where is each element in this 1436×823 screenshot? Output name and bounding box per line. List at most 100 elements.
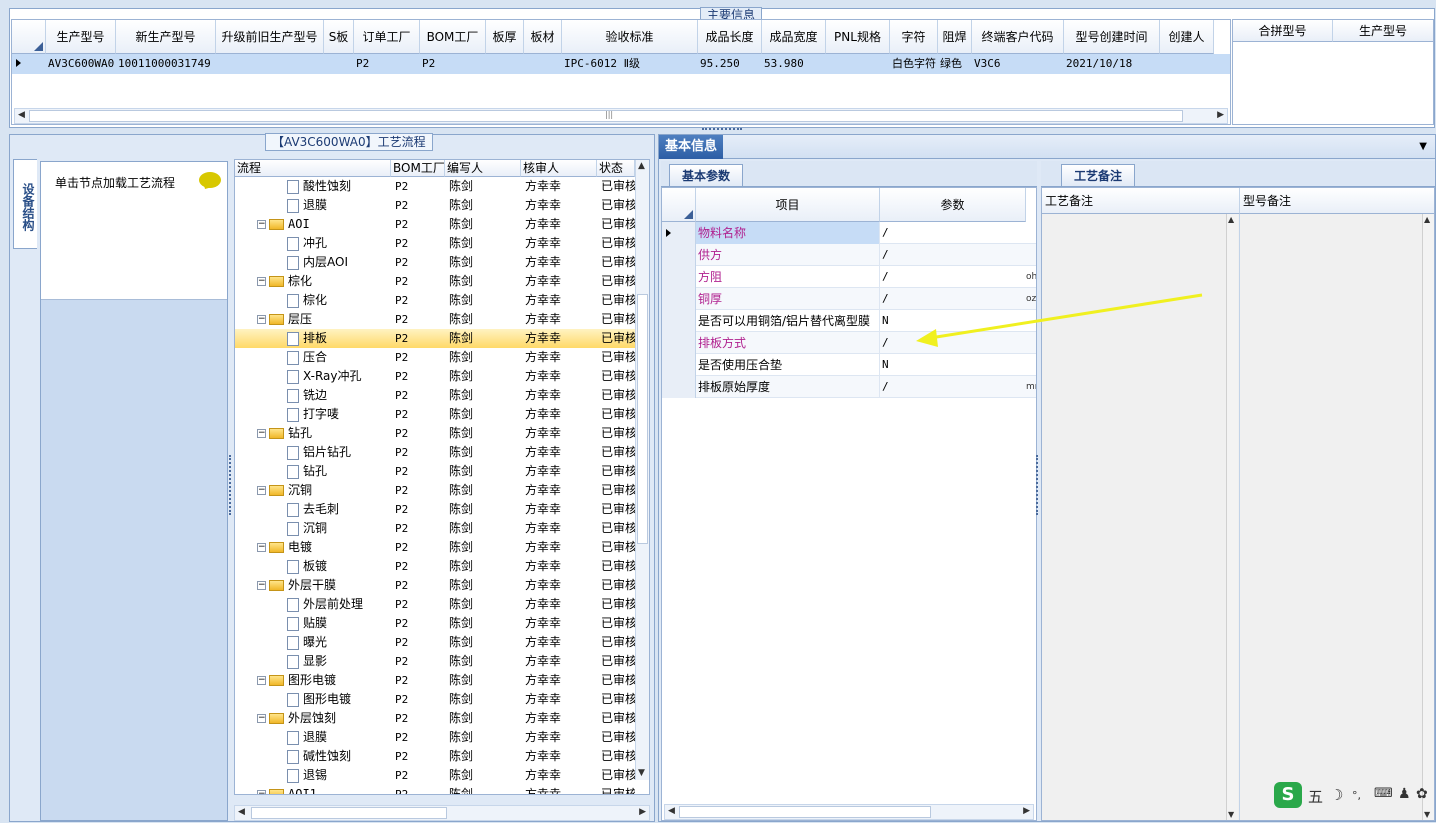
tree-cell-bom[interactable]: P2 bbox=[395, 671, 445, 690]
tree-row[interactable]: 曝光 P2 陈剑 方幸幸 已审核 bbox=[235, 633, 635, 652]
user-icon[interactable]: ♟ bbox=[1398, 786, 1411, 802]
tree-cell-status[interactable]: 已审核 bbox=[601, 367, 635, 386]
tree-cell-writer[interactable]: 陈剑 bbox=[449, 785, 521, 794]
tree-cell-status[interactable]: 已审核 bbox=[601, 196, 635, 215]
tree-node-name[interactable]: 去毛刺 bbox=[287, 500, 389, 519]
tree-hscrollbar[interactable]: ◀ ▶ bbox=[234, 805, 650, 821]
tree-cell-status[interactable]: 已审核 bbox=[601, 614, 635, 633]
tree-cell-reviewer[interactable]: 方幸幸 bbox=[525, 291, 597, 310]
grid-cell[interactable]: AV3C600WA0 bbox=[46, 54, 116, 74]
tree-node-name[interactable]: − 沉铜 bbox=[257, 481, 389, 500]
tree-cell-writer[interactable]: 陈剑 bbox=[449, 272, 521, 291]
tree-cell-bom[interactable]: P2 bbox=[395, 253, 445, 272]
grid-col-header[interactable]: 新生产型号 bbox=[116, 20, 216, 54]
settings-icon[interactable]: ✿ bbox=[1416, 786, 1428, 802]
tree-cell-status[interactable]: 已审核 bbox=[601, 481, 635, 500]
tree-node-name[interactable]: 曝光 bbox=[287, 633, 389, 652]
tree-cell-writer[interactable]: 陈剑 bbox=[449, 177, 521, 196]
tree-cell-status[interactable]: 已审核 bbox=[601, 291, 635, 310]
tree-node-name[interactable]: − 图形电镀 bbox=[257, 671, 389, 690]
tree-cell-bom[interactable]: P2 bbox=[395, 196, 445, 215]
tree-cell-status[interactable]: 已审核 bbox=[601, 747, 635, 766]
tree-cell-writer[interactable]: 陈剑 bbox=[449, 405, 521, 424]
tree-cell-status[interactable]: 已审核 bbox=[601, 557, 635, 576]
collapse-icon[interactable]: − bbox=[257, 429, 266, 438]
row-header[interactable] bbox=[662, 332, 696, 354]
tree-node-name[interactable]: X-Ray冲孔 bbox=[287, 367, 389, 386]
tree-cell-reviewer[interactable]: 方幸幸 bbox=[525, 652, 597, 671]
grid-hscrollbar[interactable]: ◀ ||| ▶ bbox=[14, 108, 1228, 124]
tree-cell-reviewer[interactable]: 方幸幸 bbox=[525, 576, 597, 595]
tree-node-name[interactable]: 酸性蚀刻 bbox=[287, 177, 389, 196]
tree-row[interactable]: − 外层蚀刻 P2 陈剑 方幸幸 已审核 bbox=[235, 709, 635, 728]
tree-cell-status[interactable]: 已审核 bbox=[601, 329, 635, 348]
tree-node-name[interactable]: − 外层蚀刻 bbox=[257, 709, 389, 728]
tree-cell-writer[interactable]: 陈剑 bbox=[449, 215, 521, 234]
grid-col-header[interactable]: 升级前旧生产型号 bbox=[216, 20, 324, 54]
tree-row[interactable]: 打字唛 P2 陈剑 方幸幸 已审核 bbox=[235, 405, 635, 424]
grid-col-header[interactable]: S板 bbox=[324, 20, 354, 54]
tree-node-name[interactable]: 贴膜 bbox=[287, 614, 389, 633]
tree-cell-status[interactable]: 已审核 bbox=[601, 728, 635, 747]
tree-row[interactable]: − 电镀 P2 陈剑 方幸幸 已审核 bbox=[235, 538, 635, 557]
tree-cell-writer[interactable]: 陈剑 bbox=[449, 671, 521, 690]
tree-node-name[interactable]: 板镀 bbox=[287, 557, 389, 576]
tree-node-name[interactable]: − AOI bbox=[257, 215, 389, 234]
tree-cell-bom[interactable]: P2 bbox=[395, 709, 445, 728]
tree-cell-bom[interactable]: P2 bbox=[395, 614, 445, 633]
params-grid[interactable]: 项目 参数 物料名称 / 供方 / 方阻 / oh 铜厚 / oz 是否可以用铜箔/铝片替代离型膜 N… bbox=[661, 187, 1037, 821]
grid-col-header[interactable]: 成品宽度 bbox=[762, 20, 826, 54]
grid-cell[interactable] bbox=[486, 54, 524, 74]
tree-row[interactable]: X-Ray冲孔 P2 陈剑 方幸幸 已审核 bbox=[235, 367, 635, 386]
tree-node-name[interactable]: 铣边 bbox=[287, 386, 389, 405]
tree-cell-status[interactable]: 已审核 bbox=[601, 177, 635, 196]
notes-grid[interactable]: 工艺备注 型号备注 ▲ ▼ ▲ ▼ bbox=[1041, 187, 1435, 821]
tree-cell-bom[interactable]: P2 bbox=[395, 424, 445, 443]
tab-device-structure[interactable]: 设备结构 bbox=[13, 159, 37, 249]
tree-cell-writer[interactable]: 陈剑 bbox=[449, 538, 521, 557]
moon-icon[interactable]: ☽ bbox=[1330, 786, 1343, 804]
tree-node-name[interactable]: 铝片钻孔 bbox=[287, 443, 389, 462]
tab-process-notes[interactable]: 工艺备注 bbox=[1061, 164, 1136, 186]
tree-node-name[interactable]: 打字唛 bbox=[287, 405, 389, 424]
tree-node-name[interactable]: 碱性蚀刻 bbox=[287, 747, 389, 766]
tree-row[interactable]: 退膜 P2 陈剑 方幸幸 已审核 bbox=[235, 196, 635, 215]
tree-cell-bom[interactable]: P2 bbox=[395, 310, 445, 329]
tree-row[interactable]: 沉铜 P2 陈剑 方幸幸 已审核 bbox=[235, 519, 635, 538]
keyboard-icon[interactable]: ⌨ bbox=[1374, 786, 1393, 801]
tree-cell-reviewer[interactable]: 方幸幸 bbox=[525, 671, 597, 690]
tree-cell-writer[interactable]: 陈剑 bbox=[449, 519, 521, 538]
tree-cell-bom[interactable]: P2 bbox=[395, 405, 445, 424]
tree-cell-writer[interactable]: 陈剑 bbox=[449, 443, 521, 462]
tree-cell-writer[interactable]: 陈剑 bbox=[449, 196, 521, 215]
tree-node-name[interactable]: − 钻孔 bbox=[257, 424, 389, 443]
tree-cell-bom[interactable]: P2 bbox=[395, 348, 445, 367]
tree-row[interactable]: 冲孔 P2 陈剑 方幸幸 已审核 bbox=[235, 234, 635, 253]
tree-cell-bom[interactable]: P2 bbox=[395, 595, 445, 614]
grid-cell[interactable] bbox=[216, 54, 324, 74]
tree-cell-bom[interactable]: P2 bbox=[395, 329, 445, 348]
tree-node-name[interactable]: 冲孔 bbox=[287, 234, 389, 253]
vertical-splitter[interactable] bbox=[229, 455, 233, 515]
punctuation-icon[interactable]: °, bbox=[1352, 789, 1361, 802]
tree-cell-status[interactable]: 已审核 bbox=[601, 253, 635, 272]
tab-basic-info[interactable]: 基本信息 bbox=[659, 135, 723, 159]
model-notes-text[interactable] bbox=[1240, 214, 1434, 820]
grid-col-header[interactable]: 成品长度 bbox=[698, 20, 762, 54]
tree-cell-reviewer[interactable]: 方幸幸 bbox=[525, 272, 597, 291]
tree-cell-reviewer[interactable]: 方幸幸 bbox=[525, 253, 597, 272]
tree-node-name[interactable]: − AOI1 bbox=[257, 785, 389, 794]
structure-hint[interactable]: 单击节点加载工艺流程 bbox=[55, 174, 175, 191]
grid-col-header[interactable]: PNL规格 bbox=[826, 20, 890, 54]
tree-cell-reviewer[interactable]: 方幸幸 bbox=[525, 709, 597, 728]
tree-node-name[interactable]: 退膜 bbox=[287, 728, 389, 747]
tree-cell-writer[interactable]: 陈剑 bbox=[449, 614, 521, 633]
tree-cell-reviewer[interactable]: 方幸幸 bbox=[525, 519, 597, 538]
tree-row[interactable]: 退膜 P2 陈剑 方幸幸 已审核 bbox=[235, 728, 635, 747]
tree-cell-bom[interactable]: P2 bbox=[395, 443, 445, 462]
grid-cell[interactable] bbox=[826, 54, 890, 74]
tree-cell-bom[interactable]: P2 bbox=[395, 177, 445, 196]
tree-row[interactable]: 退锡 P2 陈剑 方幸幸 已审核 bbox=[235, 766, 635, 785]
tree-cell-writer[interactable]: 陈剑 bbox=[449, 329, 521, 348]
tree-cell-status[interactable]: 已审核 bbox=[601, 519, 635, 538]
